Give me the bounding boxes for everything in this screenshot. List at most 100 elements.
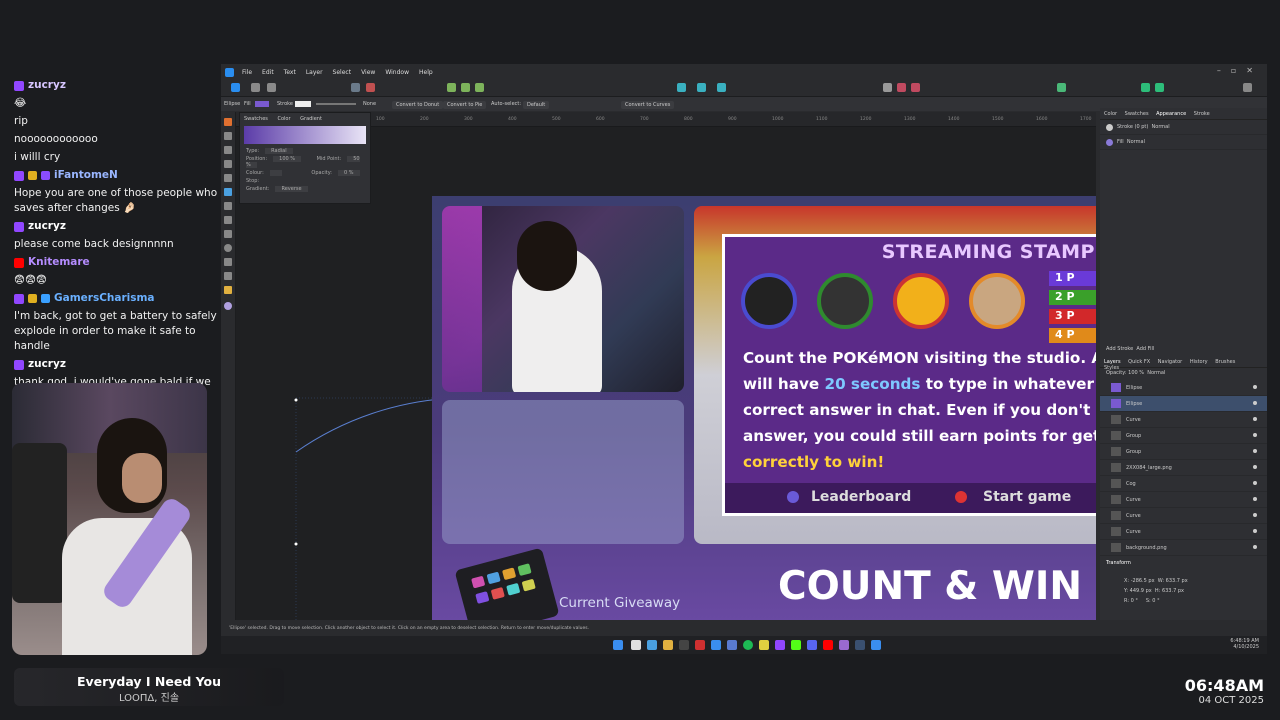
visibility-icon[interactable] [1253,449,1257,453]
subtract-icon[interactable] [897,83,906,92]
menu-layer[interactable]: Layer [306,69,323,76]
reverse-button[interactable]: Reverse [275,186,308,192]
file-explorer-icon[interactable] [663,640,673,650]
view-mode-icon[interactable] [1155,83,1164,92]
align-icon[interactable] [697,83,706,92]
transform-y[interactable]: 449.9 px [1130,588,1152,594]
visibility-icon[interactable] [1253,433,1257,437]
appearance-fill-row[interactable]: Fill Normal [1100,135,1267,150]
designer-active-icon[interactable] [871,640,881,650]
transform-w[interactable]: 633.7 px [1166,578,1188,584]
boolean-icon[interactable] [883,83,892,92]
layer-row[interactable]: Ellipse [1100,380,1267,396]
swatches-tab[interactable]: Swatches [244,116,268,122]
triangle-tool-icon[interactable] [224,258,232,266]
preferences-icon[interactable] [1141,83,1150,92]
snapping-icon[interactable] [366,83,375,92]
youtube-icon[interactable] [823,640,833,650]
gradient-tab[interactable]: Gradient [300,116,322,122]
layer-row[interactable]: Ellipse [1100,396,1267,412]
stroke-style[interactable]: None [363,101,376,107]
move-tool-icon[interactable] [224,118,232,126]
distribute-icon[interactable] [717,83,726,92]
vscode-icon[interactable] [855,640,865,650]
transform-h[interactable]: 633.7 px [1162,588,1184,594]
transform-s[interactable]: 0 ° [1152,598,1159,604]
persona-export-icon[interactable] [267,83,276,92]
app-red-icon[interactable] [695,640,705,650]
layer-row[interactable]: Cog [1100,476,1267,492]
add-fill-button[interactable]: Add Fill [1136,346,1154,352]
tab-brushes[interactable]: Brushes [1215,359,1235,365]
crop-tool-icon[interactable] [224,216,232,224]
visibility-icon[interactable] [1253,545,1257,549]
pen-tool-icon[interactable] [224,146,232,154]
convert-curves-button[interactable]: Convert to Curves [621,101,675,109]
pencil-tool-icon[interactable] [224,160,232,168]
notes-icon[interactable] [759,640,769,650]
ellipse-tool-icon[interactable] [224,244,232,252]
transform-x[interactable]: -286.5 px [1131,578,1155,584]
arrange-icon[interactable] [677,83,686,92]
fill-tool-icon[interactable] [224,188,232,196]
transform-r[interactable]: 0 ° [1131,598,1138,604]
tab-color[interactable]: Color [1104,111,1117,117]
persona-designer-icon[interactable] [231,83,240,92]
opacity-field[interactable]: 0 % [337,170,360,176]
artboard[interactable]: STREAMING STAMP 1 P 2 P 3 P 4 P Count th… [432,196,1096,620]
chrome-icon[interactable] [631,640,641,650]
stroke-swatch[interactable] [295,101,311,107]
convert-donut-button[interactable]: Convert to Donut [392,101,444,109]
visibility-icon[interactable] [1253,401,1257,405]
browser-icon[interactable] [647,640,657,650]
layer-opacity-field[interactable]: 100 % [1128,370,1144,376]
document-canvas[interactable]: 100 200 300 400 500 600 700 800 900 1000 1100 1200 1… [236,112,1096,620]
color-tab[interactable]: Color [277,116,290,122]
flip-icon[interactable] [475,83,484,92]
menu-view[interactable]: View [361,69,375,76]
text-tool-icon[interactable] [224,272,232,280]
frosted-glass-panel[interactable] [442,400,684,544]
blend-mode-dropdown[interactable]: Normal [1147,370,1165,376]
assistant-icon[interactable] [1057,83,1066,92]
transform-icon[interactable] [447,83,456,92]
tab-history[interactable]: History [1190,359,1208,365]
system-tray[interactable]: 6:48:19 AM 4/10/2025 [1230,638,1259,650]
visibility-icon[interactable] [1253,497,1257,501]
convert-pie-button[interactable]: Convert to Pie [443,101,487,109]
settings-icon[interactable] [351,83,360,92]
visibility-icon[interactable] [1253,529,1257,533]
appearance-stroke-row[interactable]: Stroke (0 pt) Normal [1100,120,1267,135]
layer-row[interactable]: Curve [1100,508,1267,524]
layer-row[interactable]: Curve [1100,524,1267,540]
camera-frame[interactable] [442,206,684,392]
twitch-icon[interactable] [775,640,785,650]
app-purple-icon[interactable] [839,640,849,650]
visibility-icon[interactable] [1253,385,1257,389]
menu-text[interactable]: Text [284,69,296,76]
rotate-icon[interactable] [461,83,470,92]
tab-navigator[interactable]: Navigator [1158,359,1182,365]
app-blue-icon[interactable] [727,640,737,650]
transparency-tool-icon[interactable] [224,202,232,210]
zoom-tool-icon[interactable] [224,286,232,294]
start-menu-icon[interactable] [613,640,623,650]
persona-pixel-icon[interactable] [251,83,260,92]
visibility-icon[interactable] [1253,465,1257,469]
tab-swatches[interactable]: Swatches [1125,111,1149,117]
fill-swatch[interactable] [255,101,269,107]
visibility-icon[interactable] [1253,481,1257,485]
layer-row[interactable]: Curve [1100,492,1267,508]
tab-stroke[interactable]: Stroke [1194,111,1210,117]
layer-row[interactable]: 2XX084_large.png [1100,460,1267,476]
brush-tool-icon[interactable] [224,174,232,182]
intersect-icon[interactable] [911,83,920,92]
visibility-icon[interactable] [1253,513,1257,517]
layer-row[interactable]: background.png [1100,540,1267,556]
stroke-width-slider[interactable] [316,103,356,105]
add-stroke-button[interactable]: Add Stroke [1106,346,1133,352]
game-capture-frame[interactable]: STREAMING STAMP 1 P 2 P 3 P 4 P Count th… [694,206,1096,544]
transform-tab[interactable]: Transform [1106,560,1131,566]
menu-help[interactable]: Help [419,69,433,76]
obs-icon[interactable] [679,640,689,650]
